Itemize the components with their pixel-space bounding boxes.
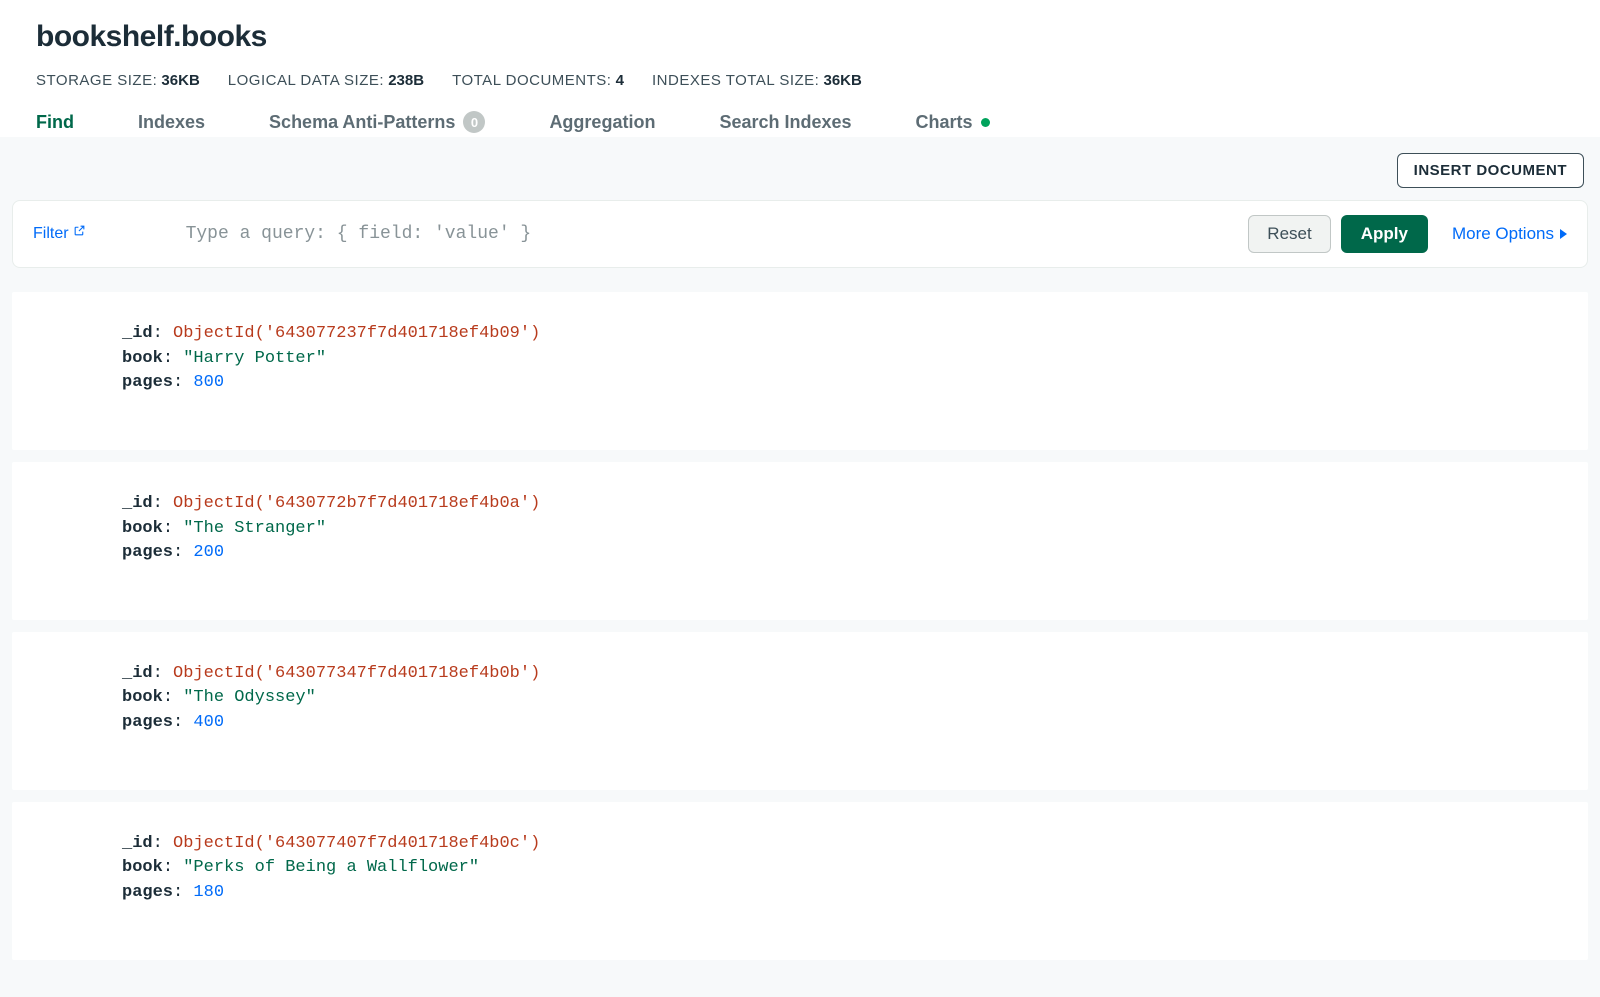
colon: : bbox=[173, 373, 193, 392]
colon: : bbox=[163, 858, 183, 877]
document-card[interactable]: _id: ObjectId('6430772b7f7d401718ef4b0a'… bbox=[12, 462, 1588, 620]
colon: : bbox=[163, 349, 183, 368]
tabs-row: Find Indexes Schema Anti-Patterns 0 Aggr… bbox=[36, 111, 1564, 137]
field-value: 180 bbox=[193, 883, 224, 902]
tab-schema-anti-patterns[interactable]: Schema Anti-Patterns 0 bbox=[269, 111, 485, 137]
tab-find[interactable]: Find bbox=[36, 112, 74, 137]
colon: : bbox=[153, 834, 173, 853]
field-key: _id bbox=[122, 494, 153, 513]
content-area: INSERT DOCUMENT Filter Reset Apply More … bbox=[0, 137, 1600, 997]
document-line: pages: 180 bbox=[122, 881, 1558, 906]
document-card[interactable]: _id: ObjectId('643077407f7d401718ef4b0c'… bbox=[12, 802, 1588, 960]
field-key: pages bbox=[122, 883, 173, 902]
field-value: "Harry Potter" bbox=[183, 349, 326, 368]
document-line: _id: ObjectId('643077407f7d401718ef4b0c'… bbox=[122, 832, 1558, 857]
field-key: book bbox=[122, 349, 163, 368]
insert-document-button[interactable]: INSERT DOCUMENT bbox=[1397, 153, 1584, 188]
tab-label: Charts bbox=[916, 112, 973, 133]
filter-bar: Filter Reset Apply More Options bbox=[12, 200, 1588, 268]
field-value: ObjectId('643077237f7d401718ef4b09') bbox=[173, 324, 540, 343]
field-key: pages bbox=[122, 373, 173, 392]
stat-value: 238B bbox=[388, 72, 424, 89]
documents-list: _id: ObjectId('643077237f7d401718ef4b09'… bbox=[6, 268, 1594, 960]
field-value: "Perks of Being a Wallflower" bbox=[183, 858, 479, 877]
document-card[interactable]: _id: ObjectId('643077347f7d401718ef4b0b'… bbox=[12, 632, 1588, 790]
field-key: pages bbox=[122, 713, 173, 732]
caret-right-icon bbox=[1560, 229, 1567, 239]
field-key: _id bbox=[122, 834, 153, 853]
tab-aggregation[interactable]: Aggregation bbox=[549, 112, 655, 137]
colon: : bbox=[173, 543, 193, 562]
stat-label: INDEXES TOTAL SIZE: bbox=[652, 72, 819, 89]
stat-total-documents: TOTAL DOCUMENTS: 4 bbox=[452, 72, 624, 89]
document-line: pages: 400 bbox=[122, 711, 1558, 736]
apply-button[interactable]: Apply bbox=[1341, 215, 1428, 253]
stat-storage-size: STORAGE SIZE: 36KB bbox=[36, 72, 200, 89]
document-line: _id: ObjectId('643077237f7d401718ef4b09'… bbox=[122, 322, 1558, 347]
colon: : bbox=[163, 688, 183, 707]
field-key: book bbox=[122, 519, 163, 538]
more-options-link[interactable]: More Options bbox=[1452, 224, 1567, 244]
document-line: book: "The Stranger" bbox=[122, 517, 1558, 542]
colon: : bbox=[173, 713, 193, 732]
toolbar-top: INSERT DOCUMENT bbox=[6, 151, 1594, 200]
document-line: pages: 800 bbox=[122, 371, 1558, 396]
field-key: book bbox=[122, 688, 163, 707]
document-line: book: "Perks of Being a Wallflower" bbox=[122, 856, 1558, 881]
document-line: book: "Harry Potter" bbox=[122, 347, 1558, 372]
more-options-label: More Options bbox=[1452, 224, 1554, 244]
field-value: "The Odyssey" bbox=[183, 688, 316, 707]
document-line: _id: ObjectId('6430772b7f7d401718ef4b0a'… bbox=[122, 492, 1558, 517]
stat-value: 36KB bbox=[824, 72, 862, 89]
status-dot-icon bbox=[981, 118, 990, 127]
stat-value: 36KB bbox=[161, 72, 199, 89]
collection-title: bookshelf.books bbox=[36, 20, 1564, 54]
external-link-icon bbox=[73, 224, 86, 237]
schema-badge: 0 bbox=[463, 111, 485, 133]
colon: : bbox=[173, 883, 193, 902]
stat-logical-data-size: LOGICAL DATA SIZE: 238B bbox=[228, 72, 424, 89]
field-value: ObjectId('6430772b7f7d401718ef4b0a') bbox=[173, 494, 540, 513]
field-value: "The Stranger" bbox=[183, 519, 326, 538]
field-value: ObjectId('643077347f7d401718ef4b0b') bbox=[173, 664, 540, 683]
stat-label: TOTAL DOCUMENTS: bbox=[452, 72, 611, 89]
document-card[interactable]: _id: ObjectId('643077237f7d401718ef4b09'… bbox=[12, 292, 1588, 450]
field-key: _id bbox=[122, 664, 153, 683]
stat-label: STORAGE SIZE: bbox=[36, 72, 157, 89]
colon: : bbox=[153, 324, 173, 343]
query-input[interactable] bbox=[186, 224, 1239, 244]
stats-row: STORAGE SIZE: 36KB LOGICAL DATA SIZE: 23… bbox=[36, 72, 1564, 89]
field-value: 400 bbox=[193, 713, 224, 732]
colon: : bbox=[153, 664, 173, 683]
tab-indexes[interactable]: Indexes bbox=[138, 112, 205, 137]
field-key: book bbox=[122, 858, 163, 877]
field-value: ObjectId('643077407f7d401718ef4b0c') bbox=[173, 834, 540, 853]
field-value: 200 bbox=[193, 543, 224, 562]
field-key: pages bbox=[122, 543, 173, 562]
colon: : bbox=[153, 494, 173, 513]
reset-button[interactable]: Reset bbox=[1248, 215, 1330, 253]
document-line: pages: 200 bbox=[122, 541, 1558, 566]
tab-label: Schema Anti-Patterns bbox=[269, 112, 455, 133]
field-value: 800 bbox=[193, 373, 224, 392]
document-line: _id: ObjectId('643077347f7d401718ef4b0b'… bbox=[122, 662, 1558, 687]
tab-charts[interactable]: Charts bbox=[916, 112, 990, 137]
colon: : bbox=[163, 519, 183, 538]
stat-indexes-total-size: INDEXES TOTAL SIZE: 36KB bbox=[652, 72, 862, 89]
stat-value: 4 bbox=[616, 72, 624, 89]
filter-label-text: Filter bbox=[33, 225, 69, 243]
field-key: _id bbox=[122, 324, 153, 343]
document-line: book: "The Odyssey" bbox=[122, 686, 1558, 711]
stat-label: LOGICAL DATA SIZE: bbox=[228, 72, 384, 89]
tab-search-indexes[interactable]: Search Indexes bbox=[719, 112, 851, 137]
filter-link[interactable]: Filter bbox=[33, 225, 86, 243]
